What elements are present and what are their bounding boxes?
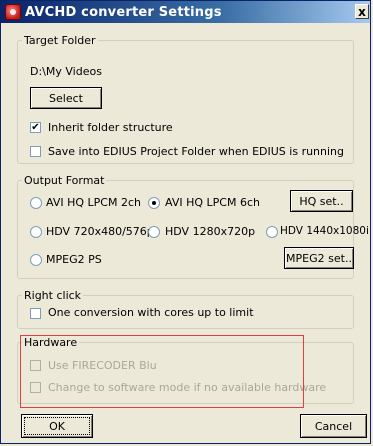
one-conversion-label: One conversion with cores up to limit bbox=[48, 306, 254, 319]
radio-avi-6ch[interactable] bbox=[148, 197, 160, 209]
inherit-folder-checkbox[interactable]: ✔ bbox=[30, 122, 41, 133]
target-folder-path: D:\My Videos bbox=[30, 65, 102, 78]
close-button[interactable]: x bbox=[355, 4, 369, 19]
target-folder-legend: Target Folder bbox=[24, 34, 96, 47]
radio-avi-2ch[interactable] bbox=[30, 197, 42, 209]
label-hdv-720: HDV 720x480/576p bbox=[46, 225, 154, 238]
inherit-folder-label: Inherit folder structure bbox=[48, 121, 173, 134]
label-mpeg2ps: MPEG2 PS bbox=[46, 253, 102, 266]
cancel-button[interactable]: Cancel bbox=[300, 414, 367, 438]
one-conversion-checkbox[interactable] bbox=[30, 308, 41, 319]
label-hdv-1280: HDV 1280x720p bbox=[165, 225, 256, 238]
right-click-legend: Right click bbox=[24, 289, 82, 302]
radio-hdv-1280[interactable] bbox=[148, 226, 160, 238]
radio-mpeg2ps[interactable] bbox=[30, 254, 42, 266]
label-avi-2ch: AVI HQ LPCM 2ch bbox=[46, 196, 141, 209]
title-bar[interactable]: AVCHD converter Settings x bbox=[1, 1, 370, 23]
edius-folder-label: Save into EDIUS Project Folder when EDIU… bbox=[48, 145, 345, 158]
window-title: AVCHD converter Settings bbox=[25, 4, 222, 20]
ok-button[interactable]: OK bbox=[21, 414, 93, 438]
radio-hdv-720[interactable] bbox=[30, 226, 42, 238]
radio-hdv-1440[interactable] bbox=[266, 226, 278, 238]
settings-dialog: AVCHD converter Settings x Target Folder… bbox=[0, 0, 371, 444]
app-icon bbox=[5, 4, 21, 20]
output-format-legend: Output Format bbox=[24, 174, 105, 187]
hardware-highlight-box bbox=[20, 335, 304, 408]
mpeg2-set-button[interactable]: MPEG2 set.. bbox=[284, 247, 354, 269]
edius-folder-checkbox[interactable] bbox=[30, 146, 41, 157]
label-avi-6ch: AVI HQ LPCM 6ch bbox=[165, 196, 260, 209]
hq-set-button[interactable]: HQ set.. bbox=[290, 190, 353, 212]
label-hdv-1440: HDV 1440x1080i bbox=[280, 225, 369, 237]
select-folder-button[interactable]: Select bbox=[30, 87, 102, 109]
